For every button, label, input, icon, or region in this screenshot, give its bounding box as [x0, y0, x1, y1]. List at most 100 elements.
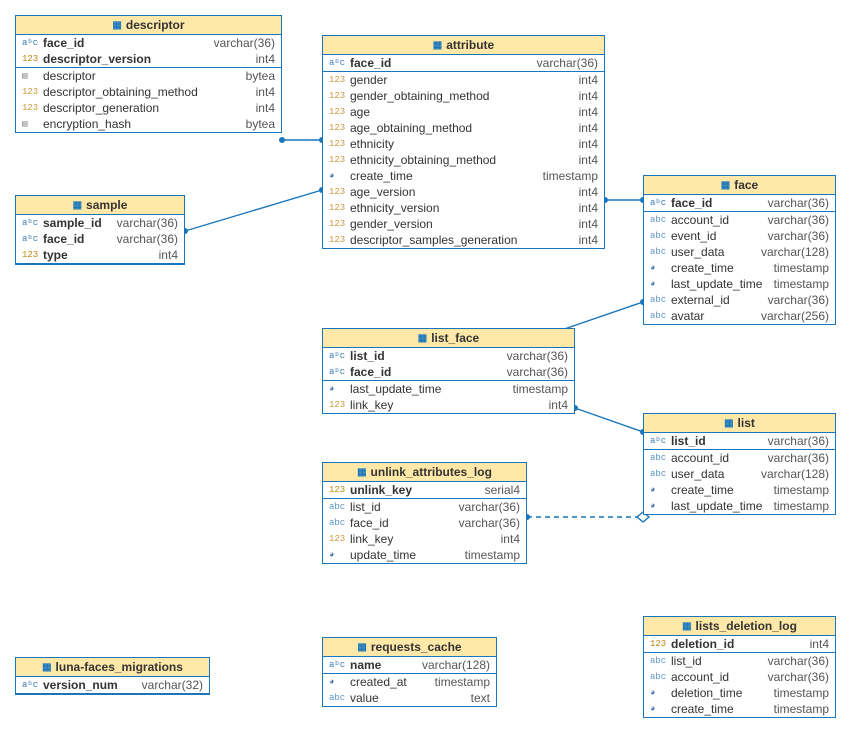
table-header: ▦ face [644, 176, 835, 195]
column-row: 123ethnicity_versionint4 [323, 200, 604, 216]
varchar-icon: abc [650, 295, 668, 305]
table-title: descriptor [126, 18, 185, 32]
table-icon: ▦ [418, 333, 427, 344]
varchar-icon: abc [650, 453, 668, 463]
table-title: unlink_attributes_log [371, 465, 492, 479]
column-row: abcevent_idvarchar(36) [644, 228, 835, 244]
column-row: 123gender_obtaining_methodint4 [323, 88, 604, 104]
table-descriptor: ▦ descriptor aᵇcface_idvarchar(36) 123de… [15, 15, 282, 133]
column-row: ◕last_update_timetimestamp [323, 381, 574, 397]
varchar-pk-icon: aᵇc [22, 680, 40, 690]
varchar-pk-icon: aᵇc [650, 436, 668, 446]
column-row: 123typeint4 [16, 247, 184, 263]
column-row: 123ageint4 [323, 104, 604, 120]
column-row: abcaccount_idvarchar(36) [644, 669, 835, 685]
table-luna-faces-migrations: ▦ luna-faces_migrations aᵇcversion_numva… [15, 657, 210, 695]
varchar-icon: abc [650, 247, 668, 257]
column-row: ◕create_timetimestamp [644, 260, 835, 276]
table-icon: ▦ [357, 467, 366, 478]
column-row: abclist_idvarchar(36) [644, 653, 835, 669]
varchar-pk-icon: aᵇc [329, 367, 347, 377]
column-row: 123genderint4 [323, 72, 604, 88]
table-header: ▦ sample [16, 196, 184, 215]
int-icon: 123 [329, 187, 347, 197]
column-row: ◕created_attimestamp [323, 674, 496, 690]
column-row: 123age_versionint4 [323, 184, 604, 200]
table-header: ▦ requests_cache [323, 638, 496, 657]
int-icon: 123 [329, 400, 347, 410]
column-row: 123descriptor_generationint4 [16, 100, 281, 116]
int-icon: 123 [22, 103, 40, 113]
column-row: ◕last_update_timetimestamp [644, 276, 835, 292]
varchar-icon: abc [650, 231, 668, 241]
column-row: aᵇcface_idvarchar(36) [323, 364, 574, 380]
column-row: abcaccount_idvarchar(36) [644, 212, 835, 228]
column-row: abcuser_datavarchar(128) [644, 466, 835, 482]
table-header: ▦ luna-faces_migrations [16, 658, 209, 677]
varchar-icon: abc [650, 311, 668, 321]
varchar-pk-icon: aᵇc [22, 234, 40, 244]
column-row: 123gender_versionint4 [323, 216, 604, 232]
table-list: ▦ list aᵇclist_idvarchar(36) abcaccount_… [643, 413, 836, 515]
int-icon: 123 [329, 75, 347, 85]
table-list-face: ▦ list_face aᵇclist_idvarchar(36) aᵇcfac… [322, 328, 575, 414]
varchar-pk-icon: aᵇc [329, 351, 347, 361]
column-row: 123descriptor_samples_generationint4 [323, 232, 604, 248]
column-row: 123link_keyint4 [323, 397, 574, 413]
timestamp-icon: ◕ [329, 550, 347, 560]
column-row: ◕deletion_timetimestamp [644, 685, 835, 701]
table-icon: ▦ [112, 20, 121, 31]
table-icon: ▦ [433, 40, 442, 51]
table-title: attribute [446, 38, 494, 52]
varchar-icon: abc [650, 215, 668, 225]
int-icon: 123 [329, 123, 347, 133]
table-title: lists_deletion_log [696, 619, 797, 633]
column-row: ◕last_update_timetimestamp [644, 498, 835, 514]
table-unlink-attributes-log: ▦ unlink_attributes_log 123unlink_keyser… [322, 462, 527, 564]
int-icon: 123 [329, 107, 347, 117]
column-row: ◕create_timetimestamp [644, 701, 835, 717]
varchar-icon: abc [329, 693, 347, 703]
table-header: ▦ lists_deletion_log [644, 617, 835, 636]
column-row: 123ethnicity_obtaining_methodint4 [323, 152, 604, 168]
table-lists-deletion-log: ▦ lists_deletion_log 123deletion_idint4 … [643, 616, 836, 718]
varchar-pk-icon: aᵇc [329, 58, 347, 68]
column-row: 123ethnicityint4 [323, 136, 604, 152]
varchar-icon: abc [329, 502, 347, 512]
table-title: list_face [431, 331, 479, 345]
timestamp-icon: ◕ [329, 384, 347, 394]
table-title: face [734, 178, 758, 192]
table-icon: ▦ [721, 180, 730, 191]
column-row: abcexternal_idvarchar(36) [644, 292, 835, 308]
table-requests-cache: ▦ requests_cache aᵇcnamevarchar(128) ◕cr… [322, 637, 497, 707]
column-row: 123descriptor_versionint4 [16, 51, 281, 67]
timestamp-icon: ◕ [650, 485, 668, 495]
table-header: ▦ attribute [323, 36, 604, 55]
int-pk-icon: 123 [650, 639, 668, 649]
column-row: aᵇclist_idvarchar(36) [644, 433, 835, 449]
table-icon: ▦ [682, 621, 691, 632]
column-row: abclist_idvarchar(36) [323, 499, 526, 515]
int-pk-icon: 123 [22, 250, 40, 260]
column-row: 123unlink_keyserial4 [323, 482, 526, 498]
bytea-icon: ▤ [22, 71, 40, 81]
int-icon: 123 [329, 155, 347, 165]
table-title: sample [86, 198, 127, 212]
column-row: aᵇcnamevarchar(128) [323, 657, 496, 673]
timestamp-icon: ◕ [650, 688, 668, 698]
timestamp-icon: ◕ [650, 501, 668, 511]
column-row: aᵇcface_idvarchar(36) [16, 231, 184, 247]
column-row: abcvaluetext [323, 690, 496, 706]
varchar-pk-icon: aᵇc [22, 38, 40, 48]
column-row: aᵇcface_idvarchar(36) [16, 35, 281, 51]
column-row: aᵇcface_idvarchar(36) [323, 55, 604, 71]
column-row: aᵇcface_idvarchar(36) [644, 195, 835, 211]
timestamp-icon: ◕ [329, 677, 347, 687]
table-sample: ▦ sample aᵇcsample_idvarchar(36) aᵇcface… [15, 195, 185, 265]
table-title: luna-faces_migrations [56, 660, 183, 674]
column-row: aᵇclist_idvarchar(36) [323, 348, 574, 364]
table-face: ▦ face aᵇcface_idvarchar(36) abcaccount_… [643, 175, 836, 325]
table-header: ▦ list_face [323, 329, 574, 348]
column-row: 123descriptor_obtaining_methodint4 [16, 84, 281, 100]
column-row: ▤encryption_hashbytea [16, 116, 281, 132]
